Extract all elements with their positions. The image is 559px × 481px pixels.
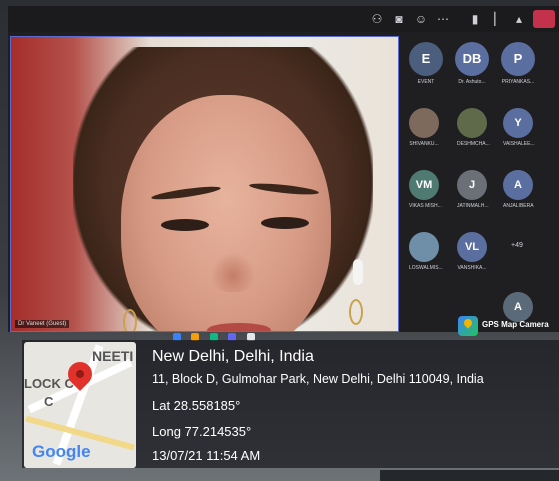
participant-name: JATINMALH... — [457, 203, 489, 209]
map-area-label: NEETI — [92, 348, 134, 364]
location-address: 11, Block D, Gulmohar Park, New Delhi, D… — [152, 372, 484, 386]
participant-avatar: A — [503, 292, 533, 322]
participant-tile[interactable]: Y VAISHALEE... — [503, 108, 535, 147]
participant-avatar: DB — [455, 42, 489, 76]
participant-name: EVENT — [417, 79, 435, 85]
participant-tile[interactable]: P PRIYANKAS... — [501, 42, 535, 85]
earbud — [353, 259, 363, 285]
speaker-face — [121, 95, 331, 331]
gps-map-camera-icon — [458, 316, 478, 336]
right-eye — [261, 217, 309, 229]
participant-avatar: J — [457, 170, 487, 200]
gps-map-camera-label: GPS Map Camera — [482, 320, 549, 329]
participant-tile[interactable]: VM VIKAS MISH... — [409, 170, 442, 209]
meeting-toolbar: ⚇ ◙ ☺ ⋯ ▮ ▏ ▴ — [8, 6, 559, 32]
participant-photo — [409, 108, 439, 138]
speaker-name-tag: Dr Vaneet (Guest) — [15, 320, 70, 328]
participant-tile[interactable]: DB Dr. Ashuto... — [455, 42, 489, 85]
participant-avatar: E — [409, 42, 443, 76]
share-icon[interactable]: ▴ — [512, 12, 526, 26]
reactions-icon[interactable]: ☺ — [414, 12, 428, 26]
participant-tile[interactable]: DESHMCHA... — [457, 108, 490, 147]
participant-name: VANSHIKA... — [457, 265, 487, 271]
map-street-label-2: C — [44, 394, 54, 409]
participant-name: LOSWALMIS... — [409, 265, 443, 271]
leave-button[interactable] — [533, 10, 555, 28]
map-street-label: LOCK C — [24, 376, 74, 391]
participant-photo — [457, 108, 487, 138]
location-longitude: Long 77.214535° — [152, 424, 252, 439]
people-icon[interactable]: ⚇ — [370, 12, 384, 26]
participant-avatar: Y — [503, 108, 533, 138]
participant-name: SHIVANKU... — [409, 141, 439, 147]
location-pin-dot — [76, 370, 84, 378]
left-earring — [123, 309, 137, 331]
right-earring — [349, 299, 363, 325]
participant-name: DESHMCHA... — [457, 141, 490, 147]
participant-tile[interactable]: A ANJALIBERA — [503, 170, 534, 209]
participant-name: VIKAS MISH... — [409, 203, 442, 209]
camera-icon[interactable]: ▮ — [468, 12, 482, 26]
main-video-feed: Dr Vaneet (Guest) — [10, 36, 399, 332]
participant-gallery: E EVENT DB Dr. Ashuto... P PRIYANKAS... SHIVAN… — [403, 36, 559, 332]
google-logo: Google — [32, 442, 91, 461]
participant-tile[interactable]: LOSWALMIS... — [409, 232, 443, 271]
participant-avatar: VM — [409, 170, 439, 200]
participant-avatar: A — [503, 170, 533, 200]
laptop-keyboard — [380, 470, 559, 481]
location-latitude: Lat 28.558185° — [152, 398, 241, 413]
gps-location-overlay: NEETI LOCK C C Google New Delhi, Delhi, … — [22, 340, 559, 468]
speaker-nose — [211, 252, 255, 292]
meeting-window: ⚇ ◙ ☺ ⋯ ▮ ▏ ▴ Dr Vaneet (Guest) E EVENT DB… — [8, 6, 559, 332]
location-city: New Delhi, Delhi, India — [152, 348, 314, 365]
participant-photo — [409, 232, 439, 262]
mic-icon[interactable]: ▏ — [492, 12, 506, 26]
participant-name: ANJALIBERA — [503, 203, 534, 209]
participant-tile[interactable]: E EVENT — [409, 42, 443, 85]
participant-name: VAISHALEE... — [503, 141, 535, 147]
participant-name: Dr. Ashuto... — [458, 79, 486, 85]
left-eye — [161, 219, 209, 231]
location-map: NEETI LOCK C C Google — [24, 342, 136, 468]
participant-tile[interactable]: VL VANSHIKA... — [457, 232, 487, 271]
participant-avatar: P — [501, 42, 535, 76]
participant-tile[interactable]: SHIVANKU... — [409, 108, 439, 147]
more-participants-count[interactable]: +49 — [511, 242, 523, 249]
participant-name: PRIYANKAS... — [501, 79, 535, 85]
participant-avatar: VL — [457, 232, 487, 262]
participant-tile[interactable]: J JATINMALH... — [457, 170, 489, 209]
location-datetime: 13/07/21 11:54 AM — [152, 448, 261, 463]
more-icon[interactable]: ⋯ — [436, 12, 450, 26]
chat-icon[interactable]: ◙ — [392, 12, 406, 26]
